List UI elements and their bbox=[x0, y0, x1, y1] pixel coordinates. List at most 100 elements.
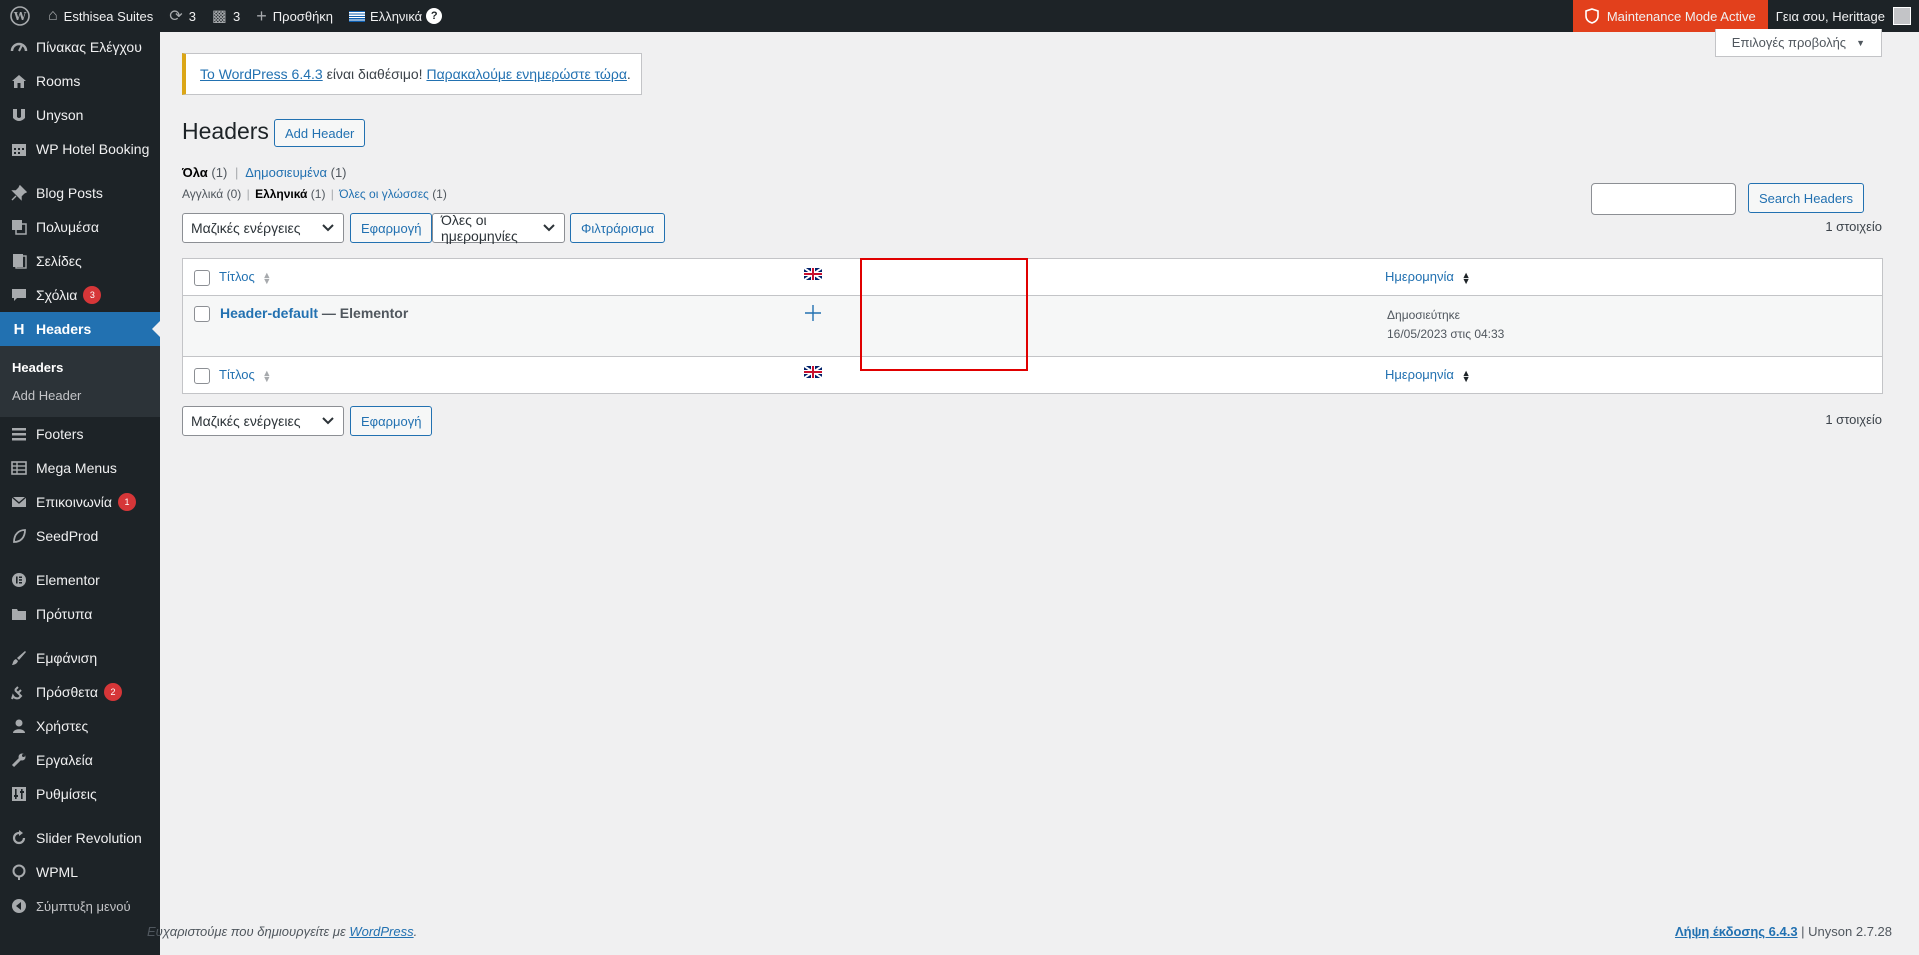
apply-button-bottom[interactable]: Εφαρμογή bbox=[350, 406, 433, 436]
sidebar-item-label: Rooms bbox=[36, 73, 81, 89]
greeting: Γεια σου, Herittage bbox=[1775, 8, 1885, 24]
column-title-footer[interactable]: Τίτλος ▲ ▼ bbox=[219, 367, 271, 383]
column-date-label: Ημερομηνία bbox=[1385, 269, 1454, 284]
plugin-icon bbox=[10, 683, 28, 701]
items-count-bottom: 1 στοιχείο bbox=[1825, 412, 1882, 427]
sidebar-item-plugins[interactable]: Πρόσθετα 2 bbox=[0, 675, 160, 709]
select-all-checkbox-footer[interactable] bbox=[194, 368, 210, 384]
column-title-header[interactable]: Τίτλος ▲ ▼ bbox=[219, 269, 271, 285]
headers-submenu: Headers Add Header bbox=[0, 346, 160, 417]
sidebar-item-label: Πίνακας Ελέγχου bbox=[36, 39, 142, 55]
sidebar-item-footers[interactable]: Footers bbox=[0, 417, 160, 451]
sidebar-item-users[interactable]: Χρήστες bbox=[0, 709, 160, 743]
maintenance-label: Maintenance Mode Active bbox=[1606, 8, 1756, 24]
sidebar-item-settings[interactable]: Ρυθμίσεις bbox=[0, 777, 160, 811]
wrench-icon bbox=[10, 751, 28, 769]
add-header-button[interactable]: Add Header bbox=[274, 119, 366, 147]
add-translation-plus-icon[interactable] bbox=[804, 304, 822, 325]
lang-greek[interactable]: Ελληνικά bbox=[255, 187, 307, 201]
sidebar-item-collapse-menu[interactable]: Σύμπτυξη μενού bbox=[0, 889, 160, 923]
sidebar-item-wp-hotel-booking[interactable]: WP Hotel Booking bbox=[0, 132, 160, 166]
wordpress-link[interactable]: WordPress bbox=[349, 924, 413, 939]
update-now-link[interactable]: Παρακαλούμε ενημερώστε τώρα bbox=[426, 66, 626, 82]
sidebar-item-label: Πολυμέσα bbox=[36, 219, 99, 235]
settings-icon bbox=[10, 785, 28, 803]
search-input[interactable] bbox=[1591, 183, 1736, 215]
sort-arrows-icon: ▲ ▼ bbox=[1461, 269, 1471, 286]
elementor-icon bbox=[10, 571, 28, 589]
dates-select[interactable]: Όλες οι ημερομηνίες bbox=[432, 212, 565, 244]
sidebar-item-label: Ρυθμίσεις bbox=[36, 786, 97, 802]
bulk-actions-select[interactable]: Μαζικές ενέργειες bbox=[182, 213, 344, 243]
sidebar-item-blog-posts[interactable]: Blog Posts bbox=[0, 176, 160, 210]
search-headers-button[interactable]: Search Headers bbox=[1748, 183, 1864, 213]
comments-menu[interactable]: ▩ 3 bbox=[204, 0, 248, 32]
submenu-item-add-header[interactable]: Add Header bbox=[0, 381, 160, 409]
folder-icon bbox=[10, 605, 28, 623]
sidebar-item-templates[interactable]: Πρότυπα bbox=[0, 597, 160, 631]
screen-options-button[interactable]: Επιλογές προβολής ▼ bbox=[1714, 29, 1882, 57]
site-name-menu[interactable]: ⌂ Esthisea Suites bbox=[40, 0, 161, 32]
submenu-item-headers[interactable]: Headers bbox=[0, 353, 160, 381]
maintenance-shield-icon bbox=[1585, 8, 1599, 24]
bulk-actions-value: Μαζικές ενέργειες bbox=[191, 413, 301, 429]
column-date-header[interactable]: Ημερομηνία ▲ ▼ bbox=[1385, 269, 1471, 286]
maintenance-mode-indicator[interactable]: Maintenance Mode Active bbox=[1572, 0, 1768, 32]
filter-published[interactable]: Δημοσιευμένα bbox=[245, 165, 327, 180]
sidebar-item-pages[interactable]: Σελίδες bbox=[0, 244, 160, 278]
sidebar-item-headers[interactable]: H Headers bbox=[0, 312, 160, 346]
sidebar-item-comments[interactable]: Σχόλια 3 bbox=[0, 278, 160, 312]
comments-badge: 3 bbox=[83, 286, 102, 304]
sidebar-item-elementor[interactable]: Elementor bbox=[0, 563, 160, 597]
home-icon: ⌂ bbox=[48, 7, 58, 24]
wordpress-version-link[interactable]: Το WordPress 6.4.3 bbox=[200, 66, 323, 82]
footer-thanks-end: . bbox=[413, 924, 418, 939]
sidebar-item-media[interactable]: Πολυμέσα bbox=[0, 210, 160, 244]
sidebar-item-dashboard[interactable]: Πίνακας Ελέγχου bbox=[0, 30, 160, 64]
wp-logo-menu[interactable]: W bbox=[0, 0, 40, 32]
media-icon bbox=[10, 218, 28, 236]
items-count-top: 1 στοιχείο bbox=[1825, 219, 1882, 234]
sidebar-item-rooms[interactable]: Rooms bbox=[0, 64, 160, 98]
row-checkbox[interactable] bbox=[194, 306, 210, 322]
my-account-menu[interactable]: Γεια σου, Herittage bbox=[1768, 0, 1919, 32]
calendar-icon bbox=[10, 140, 28, 158]
english-flag-icon bbox=[804, 366, 822, 381]
sidebar-item-appearance[interactable]: Εμφάνιση bbox=[0, 641, 160, 675]
english-flag-icon bbox=[804, 268, 822, 283]
page-title: Headers bbox=[182, 118, 269, 144]
row-title-link[interactable]: Header-default bbox=[220, 305, 318, 321]
pin-icon bbox=[10, 184, 28, 202]
sidebar-item-tools[interactable]: Εργαλεία bbox=[0, 743, 160, 777]
get-version-link[interactable]: Λήψη έκδοσης 6.4.3 bbox=[1675, 924, 1798, 939]
sidebar-item-seedprod[interactable]: SeedProd bbox=[0, 519, 160, 553]
sidebar-item-label: Σύμπτυξη μενού bbox=[36, 898, 131, 914]
chevron-down-icon bbox=[322, 417, 334, 425]
sidebar-item-contact[interactable]: Επικοινωνία 1 bbox=[0, 485, 160, 519]
lang-all[interactable]: Όλες οι γλώσσες bbox=[339, 187, 429, 201]
column-date-label: Ημερομηνία bbox=[1385, 367, 1454, 382]
apply-button-top[interactable]: Εφαρμογή bbox=[350, 213, 433, 243]
row-date-cell: Δημοσιεύτηκε 16/05/2023 στις 04:33 bbox=[1387, 306, 1504, 344]
language-switcher[interactable]: Ελληνικά ? bbox=[341, 0, 450, 32]
new-content-menu[interactable]: + Προσθήκη bbox=[248, 0, 341, 32]
dashboard-icon bbox=[10, 38, 28, 56]
lang-english[interactable]: Αγγλικά bbox=[182, 187, 223, 201]
column-date-footer[interactable]: Ημερομηνία ▲ ▼ bbox=[1385, 367, 1470, 383]
filter-all[interactable]: Όλα bbox=[182, 165, 208, 180]
house-icon bbox=[10, 72, 28, 90]
lang-greek-count: (1) bbox=[310, 187, 326, 201]
sidebar-item-mega-menus[interactable]: Mega Menus bbox=[0, 451, 160, 485]
notice-text: είναι διαθέσιμο! bbox=[322, 66, 427, 82]
updates-menu[interactable]: ⟳ 3 bbox=[161, 0, 204, 32]
footer-thanks: Ευχαριστούμε που δημιουργείτε με WordPre… bbox=[147, 924, 417, 939]
page-scrollbar[interactable] bbox=[1902, 32, 1919, 955]
sidebar-item-wpml[interactable]: WPML bbox=[0, 855, 160, 889]
filter-button[interactable]: Φιλτράρισμα bbox=[570, 213, 666, 243]
bulk-actions-select-bottom[interactable]: Μαζικές ενέργειες bbox=[182, 406, 344, 436]
sidebar-item-slider-revolution[interactable]: Slider Revolution bbox=[0, 821, 160, 855]
select-all-checkbox[interactable] bbox=[194, 270, 210, 286]
footer-version-text: | Unyson 2.7.28 bbox=[1797, 924, 1892, 939]
sidebar-item-unyson[interactable]: Unyson bbox=[0, 98, 160, 132]
svg-text:W: W bbox=[13, 10, 27, 23]
